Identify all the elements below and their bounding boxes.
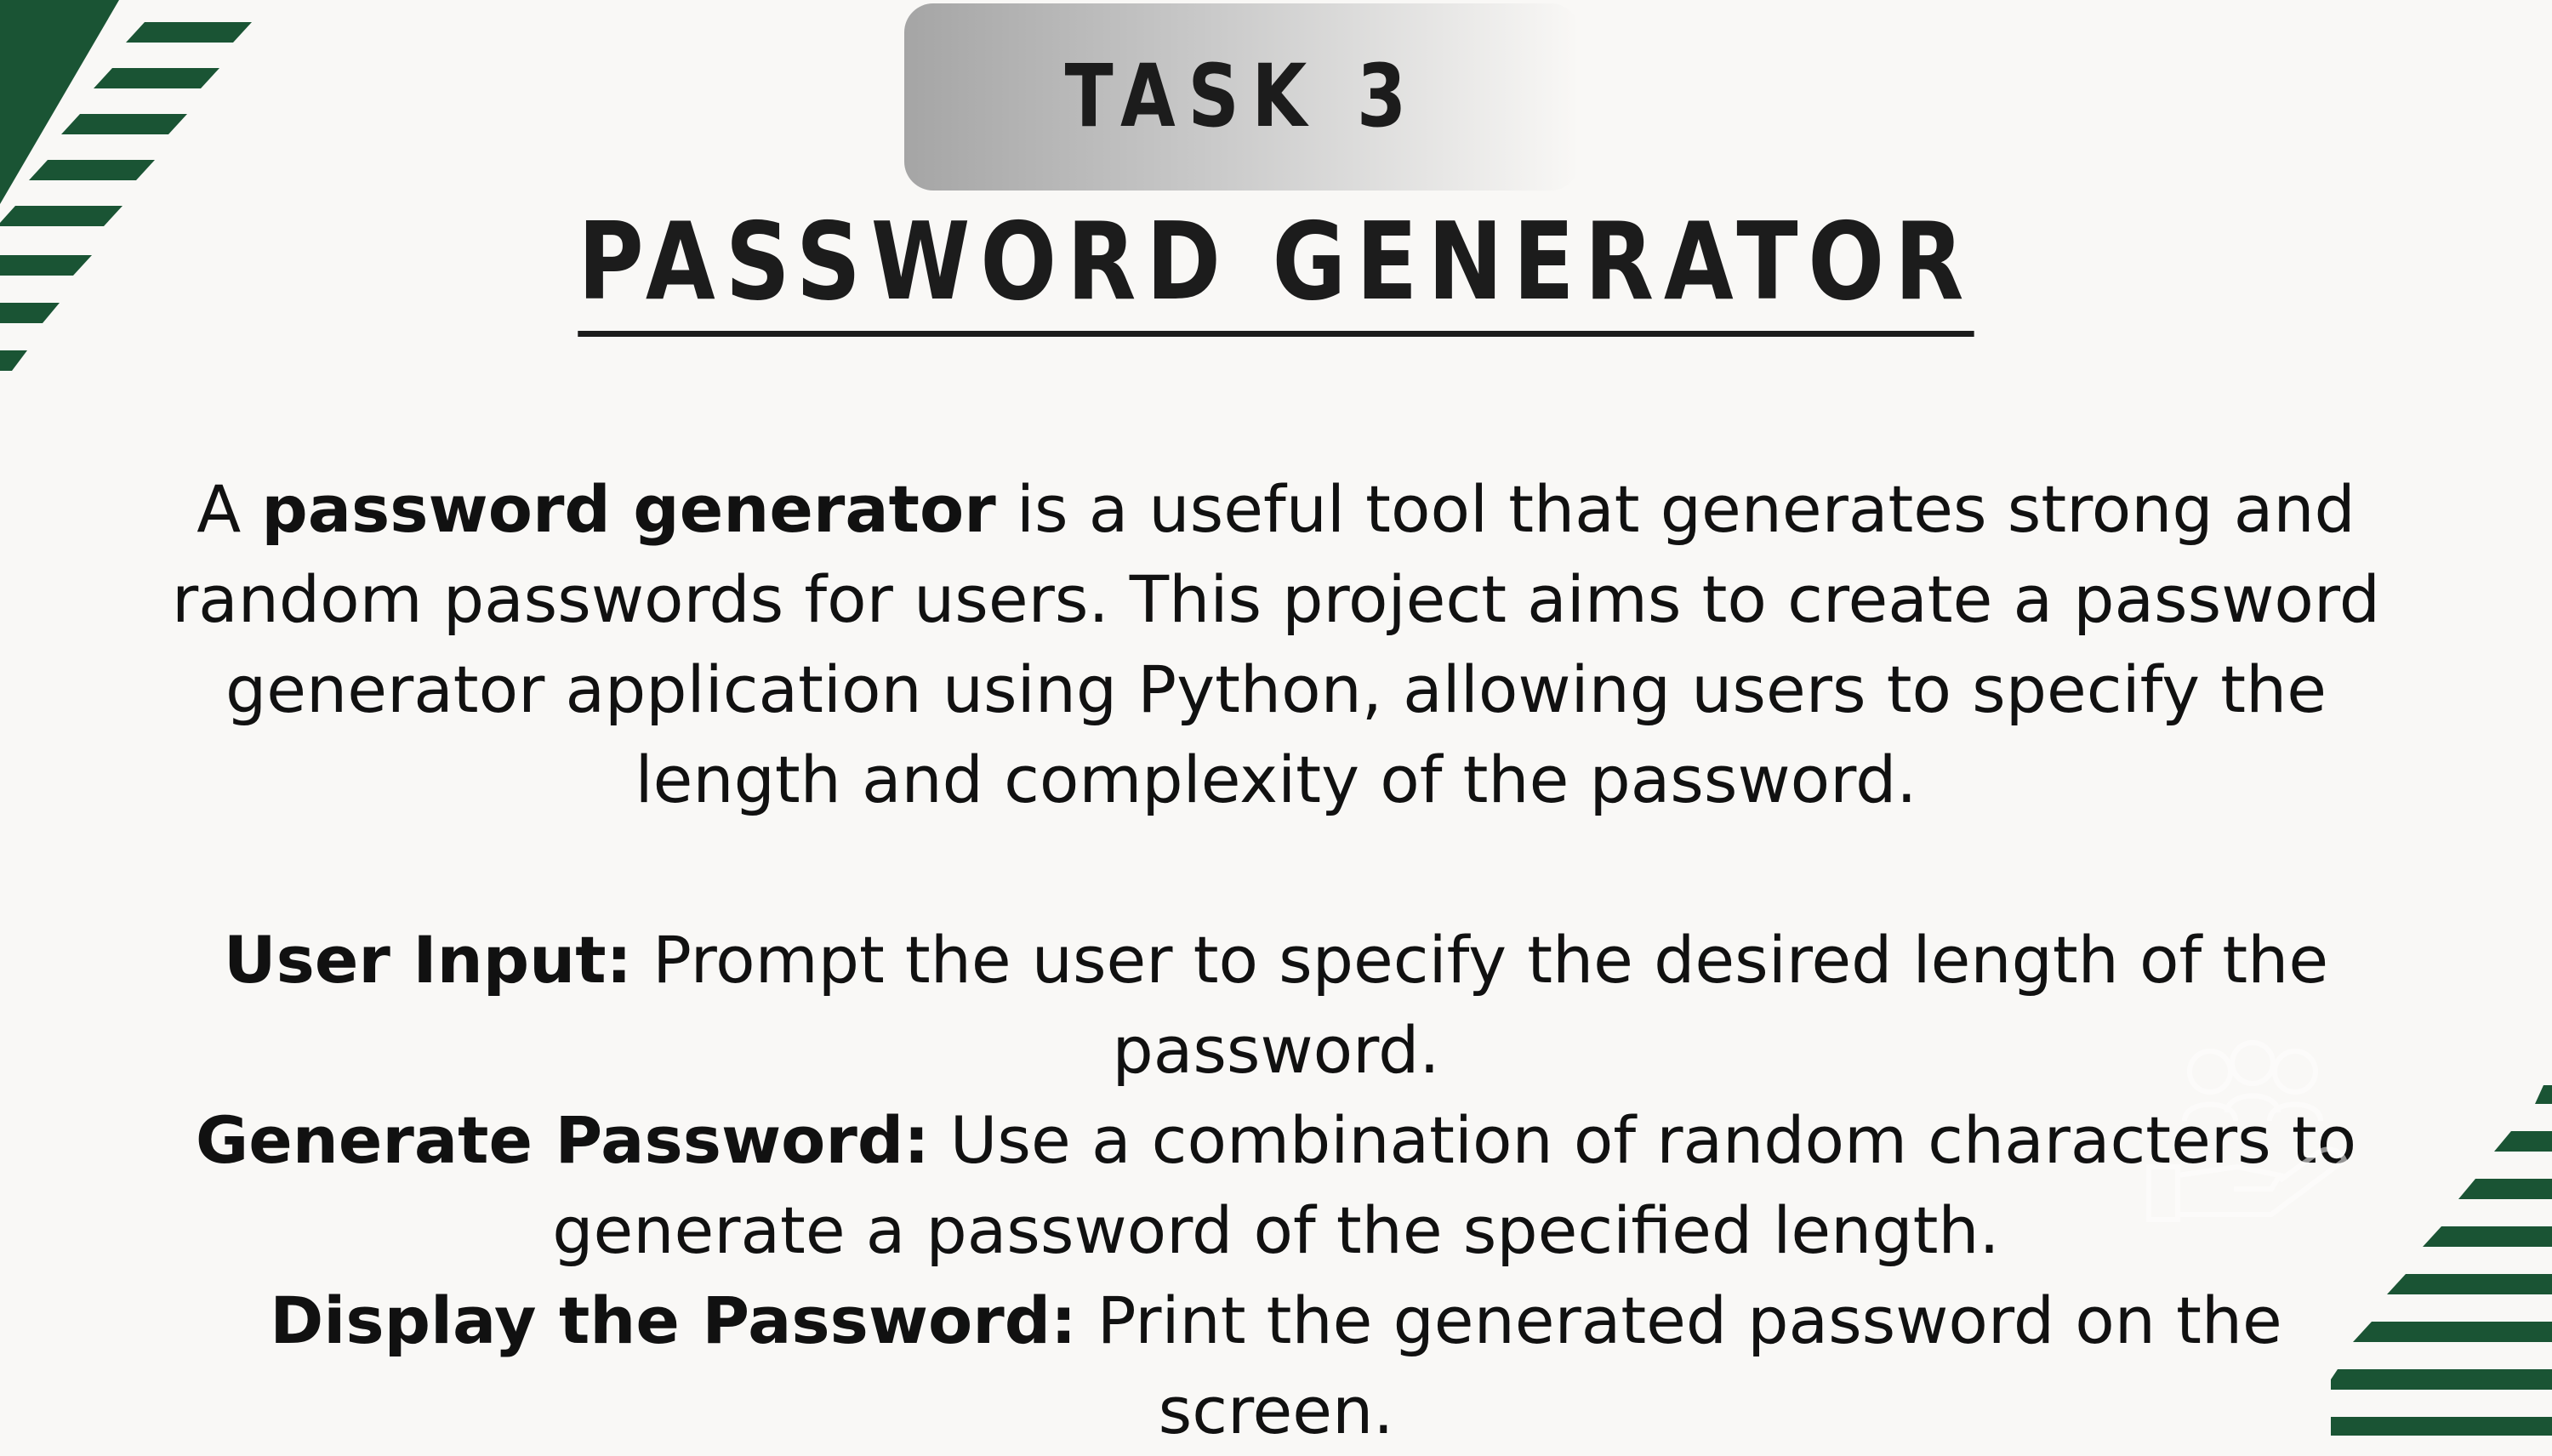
step-text: Print the generated password on the scre… bbox=[1076, 1283, 2282, 1448]
steps-list: User Input: Prompt the user to specify t… bbox=[153, 915, 2399, 1456]
step-generate-password: Generate Password: Use a combination of … bbox=[153, 1095, 2399, 1276]
intro-lead: A bbox=[197, 471, 262, 547]
step-display-password: Display the Password: Print the generate… bbox=[153, 1276, 2399, 1456]
step-label: User Input: bbox=[223, 922, 632, 998]
task-label: TASK 3 bbox=[1064, 46, 1420, 147]
step-label: Display the Password: bbox=[270, 1283, 1077, 1358]
page-title-text: PASSWORD GENERATOR bbox=[578, 197, 1974, 338]
step-text: Prompt the user to specify the desired l… bbox=[631, 922, 2329, 1088]
team-hand-icon bbox=[2146, 1040, 2348, 1222]
task-badge: TASK 3 bbox=[904, 3, 1580, 191]
intro-paragraph: A password generator is a useful tool th… bbox=[153, 464, 2399, 825]
intro-bold-term: password generator bbox=[261, 471, 996, 547]
page-title: PASSWORD GENERATOR bbox=[0, 197, 2552, 338]
corner-stripes-bottom-right bbox=[2331, 1085, 2552, 1436]
step-user-input: User Input: Prompt the user to specify t… bbox=[153, 915, 2399, 1095]
step-label: Generate Password: bbox=[195, 1102, 930, 1178]
